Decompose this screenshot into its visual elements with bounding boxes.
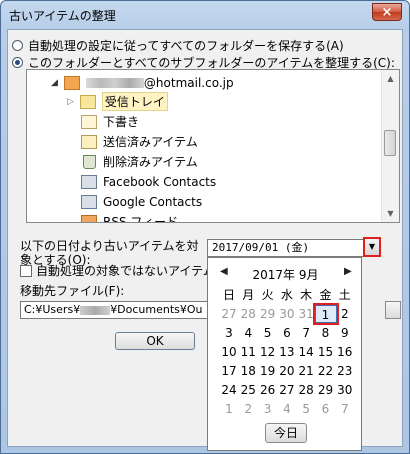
path-prefix: C:¥Users¥ — [24, 303, 81, 316]
folder-tree[interactable]: ◢ @hotmail.co.jp ▷ 受信トレイ 下書き 送信済みアイテム 削除… — [26, 69, 400, 223]
date-field[interactable]: 2017/09/01 (金) — [207, 239, 381, 257]
calendar-day[interactable]: 23 — [334, 362, 356, 380]
checkbox-label: 自動処理の対象ではないアイテムを — [36, 264, 227, 278]
scroll-down-arrow-icon[interactable]: ▼ — [382, 205, 399, 222]
move-to-label: 移動先ファイル(F): — [20, 284, 125, 298]
dropdown-arrow-icon: ▼ — [368, 242, 376, 251]
radio-circle-selected[interactable] — [12, 56, 23, 68]
scroll-up-arrow-icon[interactable]: ▲ — [382, 70, 399, 87]
calendar-day[interactable]: 30 — [334, 381, 356, 399]
radio-circle[interactable] — [12, 39, 23, 51]
collapse-arrow-icon[interactable]: ◢ — [51, 78, 58, 88]
tree-node-sent[interactable]: 送信済みアイテム — [81, 132, 198, 151]
tree-item-label: RSS フィード — [103, 215, 179, 223]
calendar-month-label: 2017年 9月 — [252, 268, 319, 282]
tree-node-drafts[interactable]: 下書き — [81, 112, 139, 131]
calendar-day[interactable]: 9 — [334, 324, 356, 342]
account-email-suffix: @hotmail.co.jp — [143, 75, 234, 90]
redacted-user-name — [80, 305, 111, 315]
scroll-thumb[interactable] — [384, 130, 396, 156]
tree-item-label: Google Contacts — [103, 194, 203, 209]
tree-node-account[interactable]: ◢ @hotmail.co.jp — [51, 73, 234, 92]
tree-item-label: Facebook Contacts — [103, 174, 217, 189]
dialog-body: 自動処理の設定に従ってすべてのフォルダーを保存する(A) このフォルダーとすべて… — [7, 29, 403, 451]
inbox-icon — [79, 94, 96, 109]
tree-item-label: 削除済みアイテム — [103, 155, 198, 169]
expand-arrow-icon[interactable]: ▷ — [67, 97, 74, 107]
tree-node-inbox[interactable]: ▷ 受信トレイ — [67, 92, 168, 111]
calendar-dropdown[interactable]: ◀ 2017年 9月 ▶ 日月火水木金土 27 28 29 30 31 1 2 3 4 5 6 7 8 9 1… — [207, 257, 362, 451]
tree-node-deleted[interactable]: 削除済みアイテム — [81, 152, 198, 171]
path-suffix: ¥Documents¥Ou — [110, 303, 203, 316]
radio-save-all[interactable]: 自動処理の設定に従ってすべてのフォルダーを保存する(A) — [12, 36, 344, 54]
contacts-icon — [81, 194, 97, 209]
sent-items-icon — [81, 134, 97, 149]
tree-item-label: 受信トレイ — [101, 92, 168, 111]
window-title: 古いアイテムの整理 — [9, 9, 116, 23]
today-button[interactable]: 今日 — [265, 423, 307, 443]
checkbox-not-autoarchived[interactable] — [20, 265, 32, 277]
tree-node-rss[interactable]: RSS フィード — [81, 212, 179, 223]
contacts-icon — [81, 174, 97, 189]
rss-icon — [81, 214, 97, 222]
trash-icon — [83, 154, 96, 169]
next-month-arrow-icon[interactable]: ▶ — [344, 266, 352, 277]
account-folder-icon — [63, 75, 80, 90]
tree-scrollbar[interactable]: ▲ ▼ — [381, 70, 399, 222]
drafts-icon — [81, 114, 97, 129]
radio-archive-folder-label: このフォルダーとすべてのサブフォルダーのアイテムを整理する(C): — [28, 55, 395, 70]
date-dropdown-button[interactable]: ▼ — [363, 237, 381, 257]
title-bar[interactable]: 古いアイテムの整理 × — [1, 1, 409, 29]
tree-node-google-contacts[interactable]: Google Contacts — [81, 192, 202, 211]
tree-item-label: 下書き — [103, 115, 140, 129]
tree-node-facebook-contacts[interactable]: Facebook Contacts — [81, 172, 216, 191]
redacted-email-name — [85, 77, 144, 88]
move-to-path-field[interactable]: C:¥Users¥ ¥Documents¥Ou — [20, 301, 210, 319]
dialog-window: 古いアイテムの整理 × 自動処理の設定に従ってすべてのフォルダーを保存する(A)… — [0, 0, 410, 454]
calendar-day[interactable]: 2 — [334, 305, 356, 323]
calendar-day[interactable]: 16 — [334, 343, 356, 361]
browse-button[interactable] — [385, 301, 401, 319]
ok-button[interactable]: OK — [115, 332, 195, 350]
tree-item-label: 送信済みアイテム — [103, 135, 198, 149]
calendar-day[interactable]: 7 — [334, 400, 356, 418]
weekday-header: 土 — [338, 288, 351, 302]
date-label: 以下の日付より古いアイテムを対象とする(O): — [20, 239, 199, 267]
radio-save-all-label: 自動処理の設定に従ってすべてのフォルダーを保存する(A) — [28, 38, 344, 53]
close-button[interactable]: × — [372, 3, 402, 21]
